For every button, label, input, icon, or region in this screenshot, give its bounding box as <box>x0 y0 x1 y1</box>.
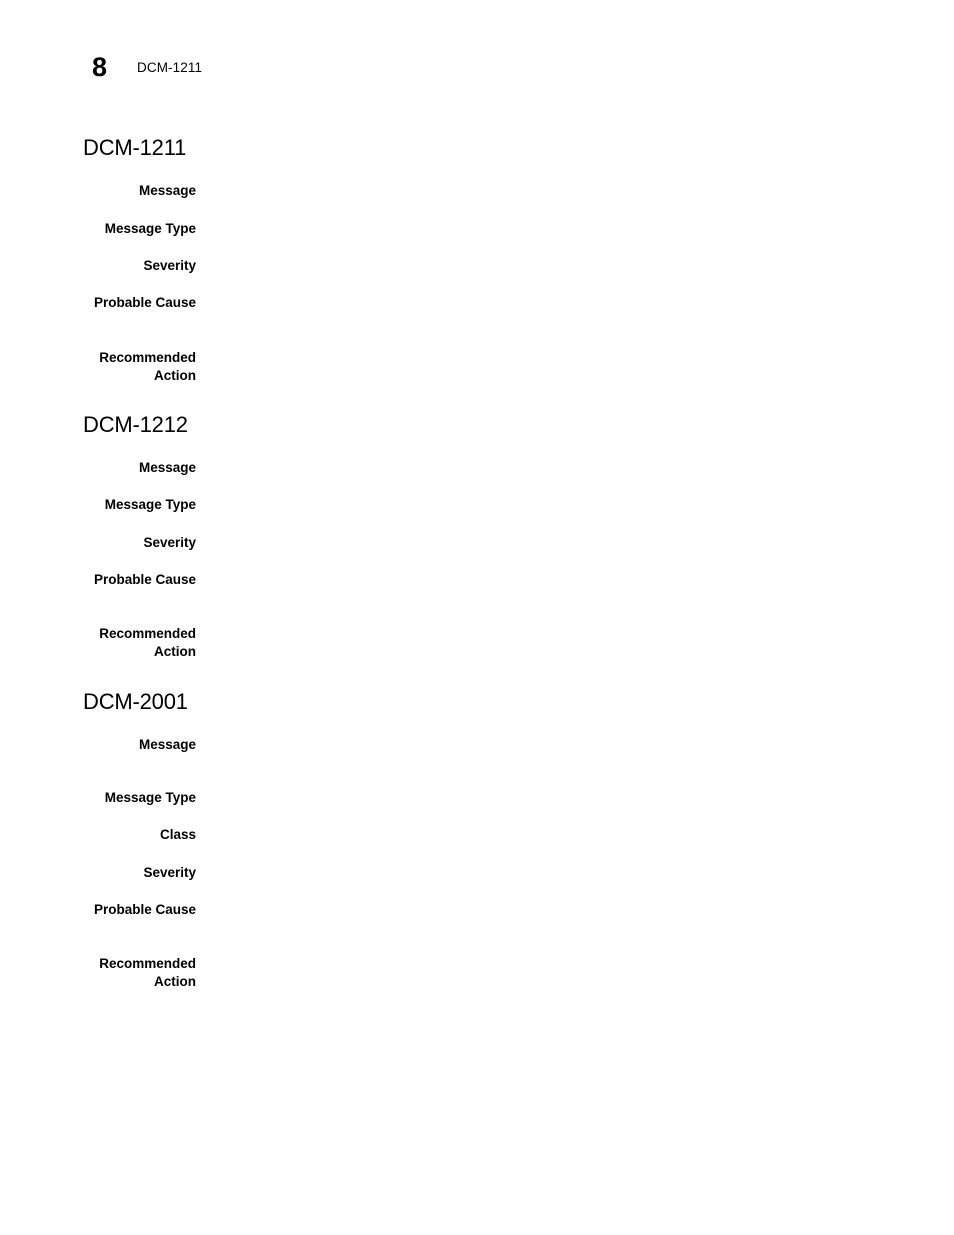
definition-value <box>222 220 912 221</box>
definition-label-line: Probable Cause <box>93 572 196 587</box>
definition-label-line: Message Type <box>104 221 196 236</box>
definition-label: Class <box>0 826 196 844</box>
definition-label: Message <box>0 182 196 200</box>
definition-label: Message <box>0 736 196 754</box>
definition-value <box>222 534 912 535</box>
definition-label-line: Class <box>159 827 196 842</box>
definition-label-line: Recommended <box>99 626 196 641</box>
definition-value <box>222 901 912 902</box>
definition-label: Message Type <box>0 220 196 238</box>
definition-label: Message Type <box>0 496 196 514</box>
definition-label-line: Recommended <box>99 956 196 971</box>
definition-label-line: Probable Cause <box>93 902 196 917</box>
definition-label-line: Action <box>154 368 196 383</box>
definition-label-line: Message <box>138 737 196 752</box>
definition-label: Recommended Action <box>0 625 196 661</box>
definition-label-line: Severity <box>143 258 196 273</box>
definition-label-line: Probable Cause <box>93 295 196 310</box>
definition-label: Recommended Action <box>0 955 196 991</box>
definition-value <box>222 736 912 737</box>
definition-value <box>222 789 912 790</box>
definition-value <box>222 496 912 497</box>
definition-label: Severity <box>0 864 196 882</box>
section-heading: DCM-1212 <box>83 412 188 437</box>
running-head: DCM-1211 <box>137 60 203 75</box>
definition-label: Message <box>0 459 196 477</box>
definition-label-line: Message Type <box>104 497 196 512</box>
definition-value <box>222 294 912 295</box>
definition-value <box>222 864 912 865</box>
definition-value <box>222 349 912 350</box>
page-header: 8 DCM-1211 <box>0 52 954 92</box>
definition-value <box>222 571 912 572</box>
page-number: 8 <box>92 52 107 82</box>
definition-label-line: Action <box>154 644 196 659</box>
definition-label-line: Message <box>138 460 196 475</box>
definition-label: Message Type <box>0 789 196 807</box>
definition-label: Severity <box>0 534 196 552</box>
document-page: 8 DCM-1211 DCM-1211 Message Message Type Se… <box>0 0 954 1235</box>
definition-label-line: Message Type <box>104 790 196 805</box>
section-heading: DCM-2001 <box>83 689 188 714</box>
definition-label: Severity <box>0 257 196 275</box>
definition-value <box>222 955 912 956</box>
definition-label: Recommended Action <box>0 349 196 385</box>
definition-label-line: Recommended <box>99 350 196 365</box>
definition-label-line: Severity <box>143 865 196 880</box>
definition-label-line: Message <box>138 183 196 198</box>
definition-value <box>222 625 912 626</box>
definition-label-line: Action <box>154 974 196 989</box>
definition-label: Probable Cause <box>0 901 196 919</box>
section-heading: DCM-1211 <box>83 135 187 160</box>
definition-label-line: Severity <box>143 535 196 550</box>
definition-label: Probable Cause <box>0 294 196 312</box>
definition-value <box>222 182 912 183</box>
definition-value <box>222 257 912 258</box>
definition-label: Probable Cause <box>0 571 196 589</box>
definition-value <box>222 459 912 460</box>
definition-value <box>222 826 912 827</box>
